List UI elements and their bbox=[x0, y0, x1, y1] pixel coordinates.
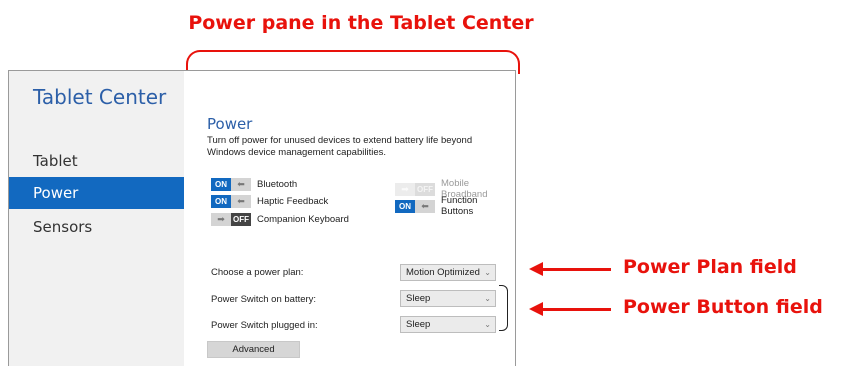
power-switch-battery-select[interactable]: Sleep ⌄ bbox=[400, 290, 496, 307]
power-switch-battery-label: Power Switch on battery: bbox=[211, 294, 317, 305]
function-buttons-toggle[interactable]: ON ⬅ bbox=[395, 199, 435, 213]
chevron-down-icon: ⌄ bbox=[484, 268, 491, 277]
haptic-feedback-toggle[interactable]: ON ⬅ bbox=[211, 195, 251, 208]
toggle-state: ON bbox=[211, 178, 231, 191]
power-switch-plugged-select[interactable]: Sleep ⌄ bbox=[400, 316, 496, 333]
toggle-row-bluetooth: ON ⬅ Bluetooth bbox=[211, 178, 297, 191]
toggle-row-haptic: ON ⬅ Haptic Feedback bbox=[211, 195, 328, 208]
annotation-top-label: Power pane in the Tablet Center bbox=[188, 12, 534, 34]
power-plan-annotation: Power Plan field bbox=[623, 256, 797, 278]
tablet-center-window: Tablet Center Tablet Power Sensors Power… bbox=[8, 70, 516, 366]
sidebar-item-tablet[interactable]: Tablet bbox=[9, 145, 184, 177]
power-switch-plugged-label: Power Switch plugged in: bbox=[211, 320, 318, 331]
toggle-row-companion-keyboard: ➡ OFF Companion Keyboard bbox=[211, 213, 349, 226]
select-value: Motion Optimized bbox=[406, 267, 480, 278]
power-pane: Power Turn off power for unused devices … bbox=[207, 71, 512, 366]
toggle-state: ON bbox=[395, 199, 415, 213]
sidebar: Tablet Center Tablet Power Sensors bbox=[9, 71, 184, 366]
chevron-down-icon: ⌄ bbox=[484, 294, 491, 303]
arrow-right-icon: ➡ bbox=[211, 213, 231, 226]
toggle-state: ON bbox=[211, 195, 231, 208]
arrow-left-icon: ⬅ bbox=[415, 199, 435, 213]
advanced-button[interactable]: Advanced bbox=[207, 341, 300, 358]
toggle-state: OFF bbox=[415, 182, 435, 196]
select-value: Sleep bbox=[406, 319, 431, 330]
arrow-left-icon: ⬅ bbox=[231, 178, 251, 191]
power-button-arrow-icon bbox=[529, 302, 611, 316]
companion-keyboard-toggle[interactable]: ➡ OFF bbox=[211, 213, 251, 226]
chevron-down-icon: ⌄ bbox=[484, 320, 491, 329]
toggle-state: OFF bbox=[231, 213, 251, 226]
sidebar-item-power[interactable]: Power bbox=[9, 177, 184, 209]
app-title: Tablet Center bbox=[33, 85, 167, 109]
pane-title: Power bbox=[207, 115, 253, 133]
arrow-right-icon: ➡ bbox=[395, 182, 415, 196]
pane-description: Turn off power for unused devices to ext… bbox=[207, 135, 473, 158]
toggle-label: Haptic Feedback bbox=[257, 196, 329, 207]
sidebar-item-sensors[interactable]: Sensors bbox=[9, 211, 184, 243]
toggle-label: Companion Keyboard bbox=[257, 214, 349, 225]
toggle-label: Function Buttons bbox=[441, 195, 478, 217]
mobile-broadband-toggle[interactable]: ➡ OFF bbox=[395, 182, 435, 196]
select-value: Sleep bbox=[406, 293, 431, 304]
arrow-left-icon: ⬅ bbox=[231, 195, 251, 208]
power-button-annotation: Power Button field bbox=[623, 296, 823, 318]
power-plan-label: Choose a power plan: bbox=[211, 267, 304, 278]
toggle-row-function-buttons: ON ⬅ Function Buttons bbox=[395, 195, 512, 217]
power-plan-arrow-icon bbox=[529, 262, 611, 276]
bluetooth-toggle[interactable]: ON ⬅ bbox=[211, 178, 251, 191]
power-button-bracket bbox=[499, 285, 508, 331]
power-plan-select[interactable]: Motion Optimized ⌄ bbox=[400, 264, 496, 281]
toggle-label: Bluetooth bbox=[257, 179, 298, 190]
